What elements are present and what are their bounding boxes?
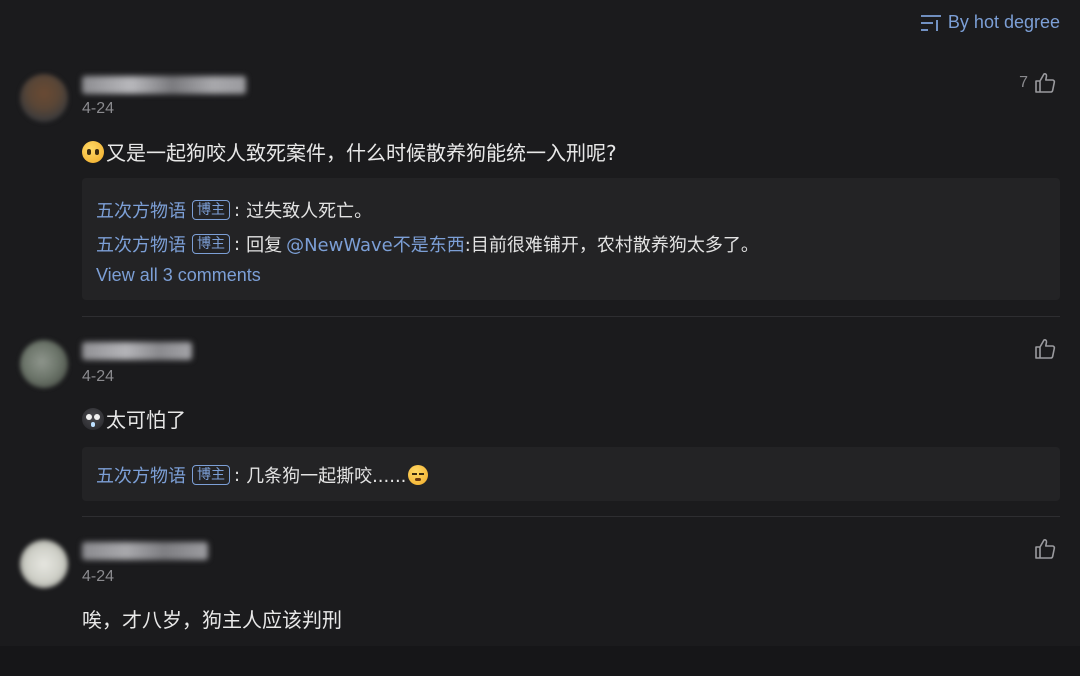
bottom-bar [0,646,1080,676]
like-button[interactable] [1034,338,1056,360]
like-count: 7 [1019,74,1028,91]
thumbs-up-icon [1034,538,1056,560]
sleepy-face-emoji [408,465,429,485]
avatar[interactable] [20,540,68,588]
comment-text: 又是一起狗咬人致死案件，什么时候散养狗能统一入刑呢? [82,137,617,166]
author-badge: 博主 [192,234,230,254]
reply-text: 几条狗一起撕咬...... [246,466,407,487]
comment-text-content: 太可怕了 [106,408,186,432]
pleading-face-emoji [82,140,104,163]
reply-box: 五次方物语 博主 : 几条狗一起撕咬...... [82,447,1060,501]
username-blurred[interactable] [82,76,246,94]
author-badge: 博主 [192,200,230,220]
reply-separator: : [234,199,241,221]
reply-text: 过失致人死亡。 [246,201,373,222]
comment-date: 4-24 [82,100,115,117]
thumbs-up-icon [1034,338,1056,360]
comment-text: 唉，才八岁，狗主人应该判刑 [82,604,342,633]
reply-text: :目前很难铺开，农村散养狗太多了。 [464,235,759,256]
divider [82,516,1060,517]
username-blurred[interactable] [82,342,192,360]
reply-separator: : [234,233,241,255]
scared-face-emoji [82,407,104,430]
sort-by-hot-button[interactable]: By hot degree [920,12,1060,33]
author-badge: 博主 [192,465,230,485]
username-blurred[interactable] [82,542,208,560]
reply-author-link[interactable]: 五次方物语 [96,231,186,257]
mention-link[interactable]: @NewWave不是东西 [286,231,465,257]
comment-text-content: 唉，才八岁，狗主人应该判刑 [82,608,342,632]
avatar[interactable] [20,340,68,388]
thumbs-up-icon [1034,72,1056,94]
reply-item: 五次方物语 博主 : 几条狗一起撕咬...... [96,462,430,488]
reply-author-link[interactable]: 五次方物语 [96,462,186,488]
comment-text-content: 又是一起狗咬人致死案件，什么时候散养狗能统一入刑呢? [106,141,617,165]
reply-prefix: 回复 [246,235,283,256]
sort-label: By hot degree [947,12,1060,32]
comment-date: 4-24 [82,568,115,585]
view-all-comments-link[interactable]: View all 3 comments [96,265,261,286]
comment-date: 4-24 [82,368,115,385]
like-button[interactable] [1034,538,1056,560]
reply-author-link[interactable]: 五次方物语 [96,197,186,223]
avatar[interactable] [20,74,68,122]
reply-separator: : [234,464,241,486]
like-button[interactable]: 7 [1019,72,1056,94]
sort-lines-icon [920,14,942,32]
reply-item: 五次方物语 博主 : 回复 @NewWave不是东西 :目前很难铺开，农村散养狗… [96,231,759,257]
divider [82,316,1060,317]
reply-item: 五次方物语 博主 : 过失致人死亡。 [96,197,372,223]
reply-box: 五次方物语 博主 : 过失致人死亡。 五次方物语 博主 : 回复 @NewWav… [82,178,1060,300]
comment-text: 太可怕了 [82,404,186,433]
comments-page: By hot degree 4-24 7 又是一起狗咬人致死案件，什么时候散养狗… [0,0,1080,676]
